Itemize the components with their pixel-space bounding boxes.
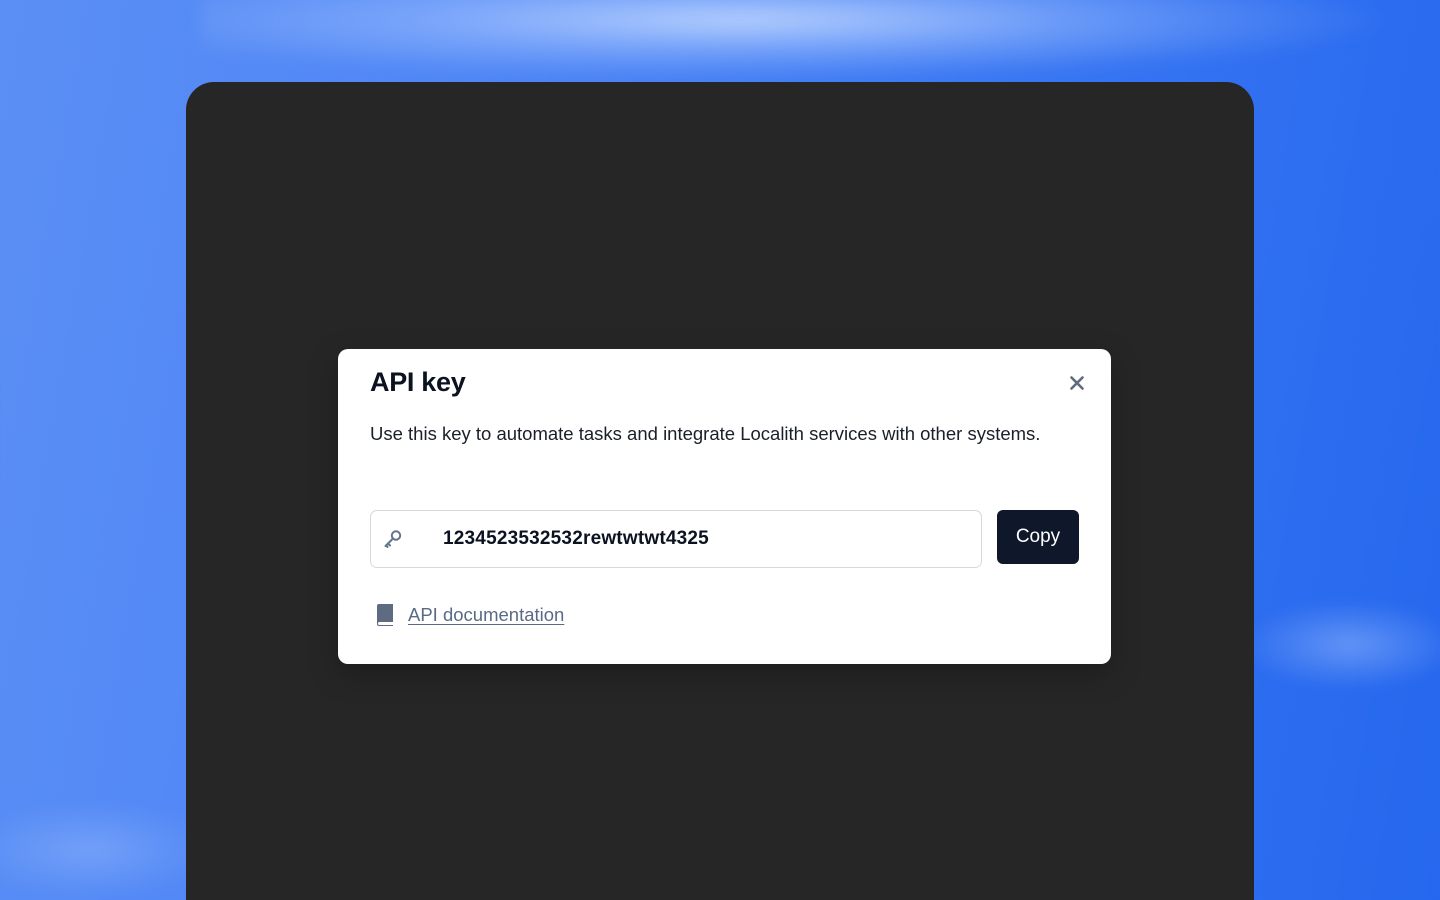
dialog-title: API key xyxy=(370,367,466,397)
key-icon xyxy=(384,530,402,548)
api-key-field[interactable]: 1234523532532rewtwtwt4325 xyxy=(370,510,982,568)
api-key-dialog: API key Use this key to automate tasks a… xyxy=(338,349,1111,664)
book-icon xyxy=(377,604,393,626)
api-key-value[interactable]: 1234523532532rewtwtwt4325 xyxy=(443,528,709,550)
dialog-description: Use this key to automate tasks and integ… xyxy=(370,423,1041,444)
api-documentation-link[interactable]: API documentation xyxy=(374,603,564,627)
close-icon xyxy=(1070,376,1084,390)
copy-button[interactable]: Copy xyxy=(997,510,1079,564)
background-glow xyxy=(1240,600,1440,690)
close-button[interactable] xyxy=(1065,371,1089,395)
api-documentation-label[interactable]: API documentation xyxy=(408,604,564,626)
background-glow xyxy=(200,0,1400,80)
